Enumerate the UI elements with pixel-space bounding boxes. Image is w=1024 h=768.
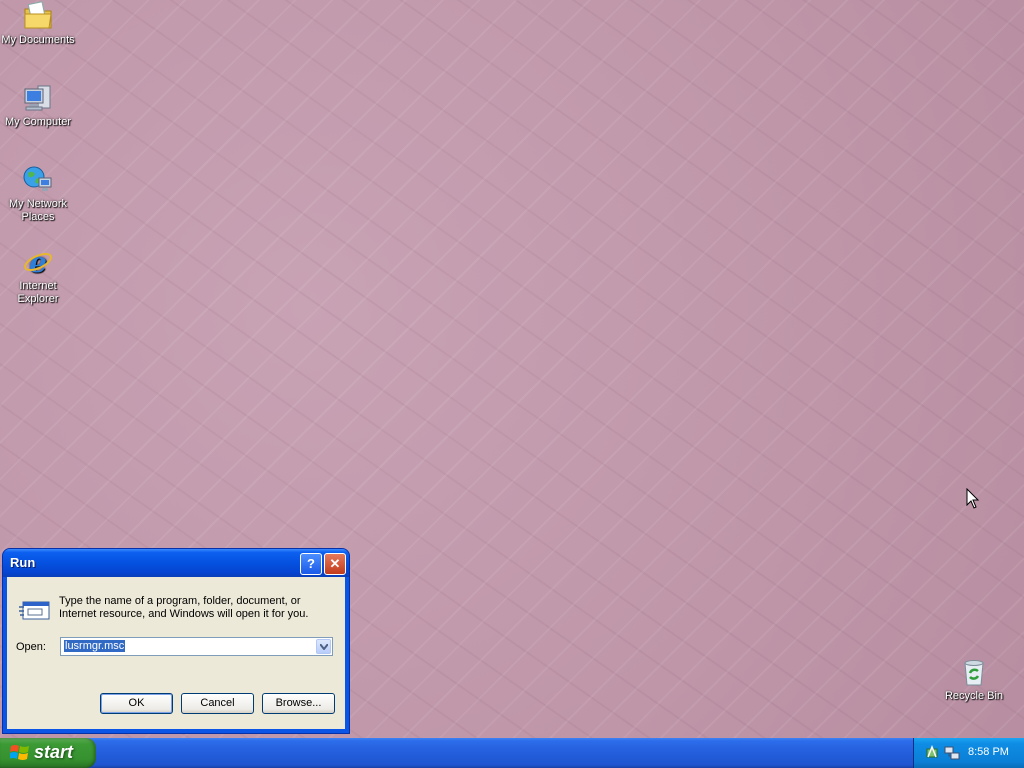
open-combobox[interactable]: lusrmgr.msc: [60, 637, 333, 656]
desktop-icon-internet-explorer[interactable]: e Internet Explorer: [0, 246, 76, 306]
desktop-icon-recycle-bin[interactable]: Recycle Bin: [936, 656, 1012, 703]
desktop-icon-label: My Network Places: [8, 198, 68, 223]
internet-explorer-icon: e: [24, 246, 52, 278]
network-connection-icon[interactable]: [944, 745, 960, 761]
taskbar: start 8:58 PM: [0, 738, 1024, 768]
desktop-icon-my-network-places[interactable]: My Network Places: [0, 164, 76, 224]
system-tray: 8:58 PM: [913, 738, 1024, 768]
chevron-down-icon: [320, 644, 328, 650]
desktop-icon-label: My Documents: [1, 34, 75, 46]
open-input-value[interactable]: lusrmgr.msc: [64, 640, 126, 652]
open-label: Open:: [16, 641, 46, 653]
mouse-pointer-icon: [966, 488, 980, 509]
desktop-icon-label: My Computer: [4, 116, 72, 128]
recycle-bin-icon: [964, 660, 984, 686]
svg-text:e: e: [29, 246, 47, 278]
computer-icon: [24, 85, 51, 111]
run-description: Type the name of a program, folder, docu…: [59, 595, 309, 620]
taskbar-clock[interactable]: 8:58 PM: [968, 746, 1009, 758]
run-icon: [19, 601, 50, 620]
run-dialog-body: Type the name of a program, folder, docu…: [7, 577, 345, 729]
folder-documents-icon: [24, 1, 52, 29]
start-button[interactable]: start: [0, 738, 96, 768]
close-button[interactable]: ✕: [324, 553, 346, 575]
help-button[interactable]: ?: [300, 553, 322, 575]
ok-button[interactable]: OK: [100, 693, 173, 714]
desktop-icon-label: Recycle Bin: [944, 690, 1004, 702]
run-dialog-titlebar[interactable]: Run ? ✕: [3, 549, 349, 577]
desktop-icon-my-computer[interactable]: My Computer: [0, 82, 76, 129]
safely-remove-hardware-icon[interactable]: [924, 745, 940, 761]
cancel-button[interactable]: Cancel: [181, 693, 254, 714]
open-dropdown-button[interactable]: [316, 639, 331, 654]
desktop-icon-my-documents[interactable]: My Documents: [0, 0, 76, 47]
browse-button[interactable]: Browse...: [262, 693, 335, 714]
desktop-icon-label: Internet Explorer: [17, 280, 59, 305]
network-globe-icon: [23, 166, 52, 191]
window-title: Run: [10, 555, 36, 570]
start-label: start: [34, 742, 74, 762]
windows-logo-icon: [10, 745, 29, 760]
run-dialog: Run ? ✕ Type the name of a program, fold…: [3, 549, 349, 733]
